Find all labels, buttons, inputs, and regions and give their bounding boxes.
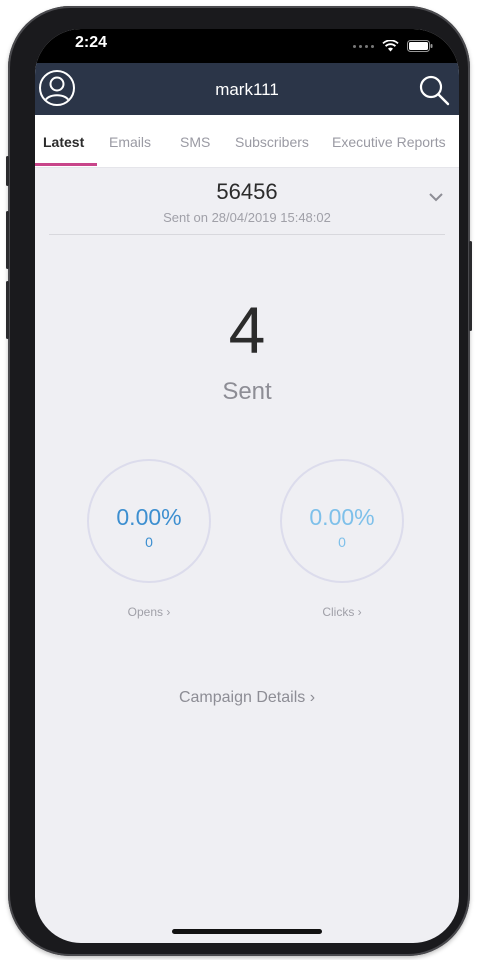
campaign-name: 56456	[216, 179, 278, 204]
campaign-details-link[interactable]: Campaign Details ›	[35, 689, 459, 707]
power-button	[469, 241, 472, 331]
signal-icon	[353, 44, 374, 48]
tab-latest[interactable]: Latest	[43, 134, 84, 150]
status-bar: 2:24	[35, 29, 459, 63]
account-name: mark111	[215, 80, 279, 99]
tab-executive-reports[interactable]: Executive Reports	[332, 134, 446, 150]
campaign-sent-date: Sent on 28/04/2019 15:48:02	[163, 210, 331, 225]
active-tab-indicator	[35, 163, 97, 166]
opens-count: 0	[145, 534, 153, 550]
battery-icon	[407, 40, 433, 52]
volume-up-button	[6, 211, 9, 269]
status-time: 2:24	[75, 34, 108, 51]
tab-sms[interactable]: SMS	[180, 134, 210, 150]
search-icon[interactable]	[417, 73, 451, 107]
tab-subscribers[interactable]: Subscribers	[235, 134, 309, 150]
clicks-ring[interactable]: 0.00% 0	[280, 459, 404, 583]
clicks-count: 0	[338, 534, 346, 550]
status-icons	[353, 39, 433, 53]
sent-label: Sent	[222, 378, 272, 405]
chevron-down-icon[interactable]	[427, 191, 445, 203]
clicks-percent: 0.00%	[309, 504, 375, 530]
wifi-icon	[382, 40, 399, 52]
home-indicator[interactable]	[172, 929, 322, 934]
opens-ring[interactable]: 0.00% 0	[87, 459, 211, 583]
opens-percent: 0.00%	[116, 504, 182, 530]
divider	[49, 234, 445, 235]
volume-down-button	[6, 281, 9, 339]
tab-emails[interactable]: Emails	[109, 134, 151, 150]
sent-count: 4	[228, 293, 266, 367]
opens-link[interactable]: Opens ›	[87, 605, 211, 619]
mute-switch	[6, 156, 9, 186]
app-screen: 2:24 mark111 Latest Emails SMS Subscribe…	[35, 29, 459, 943]
campaign-selector[interactable]: 56456 Sent on 28/04/2019 15:48:02	[35, 167, 459, 237]
tab-bar: Latest Emails SMS Subscribers Executive …	[35, 115, 459, 168]
phone-frame: 2:24 mark111 Latest Emails SMS Subscribe…	[6, 6, 472, 956]
app-header: mark111	[35, 63, 459, 115]
clicks-link[interactable]: Clicks ›	[280, 605, 404, 619]
